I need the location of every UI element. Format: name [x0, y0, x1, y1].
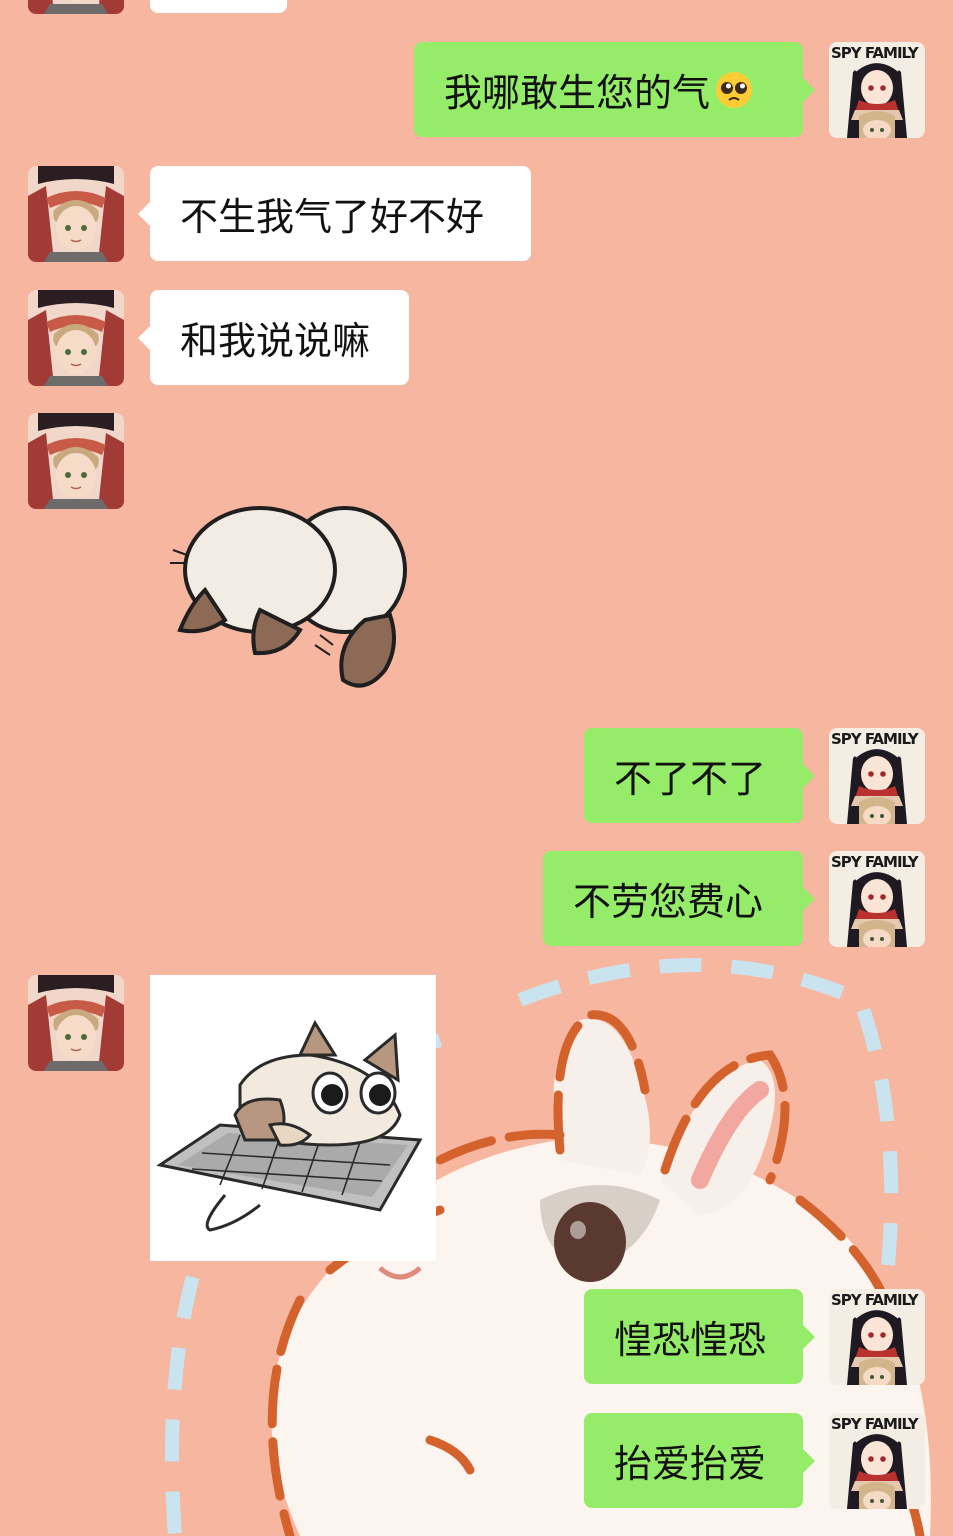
message-text: 抬爱抬爱: [614, 1442, 767, 1486]
message-bubble-outgoing[interactable]: 抬爱抬爱: [584, 1413, 815, 1508]
message-bubble-outgoing[interactable]: 惶恐惶恐: [584, 1289, 815, 1384]
message-bubble-incoming[interactable]: [150, 0, 287, 13]
message-bubble-outgoing[interactable]: 不了不了: [584, 728, 815, 823]
message-text: 不了不了: [614, 757, 767, 801]
self-avatar[interactable]: SPY FAMILY: [829, 728, 925, 824]
self-avatar[interactable]: SPY FAMILY: [829, 1413, 925, 1509]
message-text: 我哪敢生您的气: [444, 71, 711, 115]
contact-avatar[interactable]: [28, 975, 124, 1071]
self-avatar[interactable]: SPY FAMILY: [829, 1289, 925, 1385]
self-avatar[interactable]: SPY FAMILY: [829, 42, 925, 138]
contact-avatar[interactable]: [28, 290, 124, 386]
message-bubble-outgoing[interactable]: 不劳您费心: [543, 851, 815, 946]
message-bubble-incoming[interactable]: 和我说说嘛: [138, 290, 409, 385]
message-text: 惶恐惶恐: [614, 1318, 767, 1362]
siamese-cat-keyboard-sticker[interactable]: [150, 975, 436, 1261]
message-text: 和我说说嘛: [180, 319, 371, 363]
avatar-badge-text: SPY FAMILY: [831, 1415, 919, 1433]
siamese-cat-curled-sticker[interactable]: [165, 495, 415, 695]
message-text: 不生我气了好不好: [180, 195, 485, 239]
avatar-badge-text: SPY FAMILY: [831, 853, 919, 871]
contact-avatar[interactable]: [28, 413, 124, 509]
avatar-badge-text: SPY FAMILY: [831, 1291, 919, 1309]
contact-avatar[interactable]: [28, 0, 124, 14]
self-avatar[interactable]: SPY FAMILY: [829, 851, 925, 947]
message-bubble-incoming[interactable]: 不生我气了好不好: [138, 166, 531, 261]
pleading-face-emoji-icon: [716, 71, 753, 108]
avatar-badge-text: SPY FAMILY: [831, 44, 919, 62]
avatar-badge-text: SPY FAMILY: [831, 730, 919, 748]
message-bubble-outgoing[interactable]: 我哪敢生您的气: [414, 42, 815, 137]
message-text: 不劳您费心: [573, 880, 764, 924]
contact-avatar[interactable]: [28, 166, 124, 262]
